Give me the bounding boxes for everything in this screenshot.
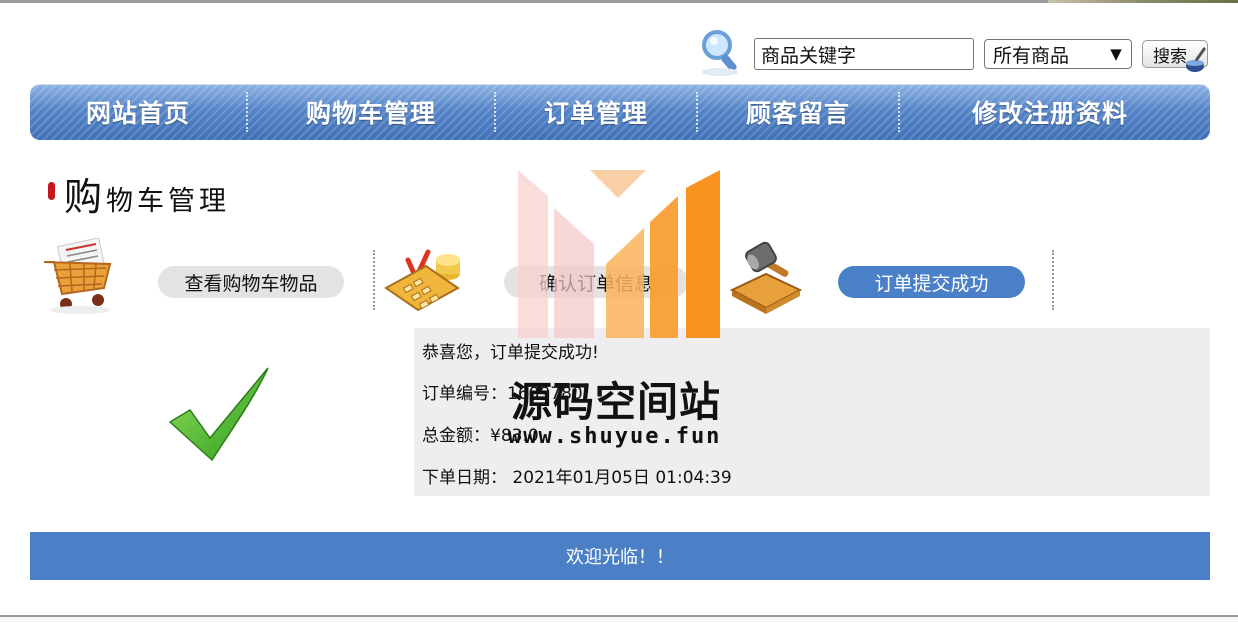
search-button-magnifier-icon — [1186, 47, 1206, 72]
order-date-row: 下单日期： 2021年01月05日 01:04:39 — [422, 463, 732, 488]
step-divider — [373, 250, 375, 310]
watermark-url: www.shuyue.fun — [508, 424, 722, 449]
header-photo-strip — [1048, 0, 1238, 3]
calculator-icon — [382, 248, 466, 314]
order-date-value: 2021年01月05日 01:04:39 — [512, 468, 732, 488]
footer-bar: 欢迎光临！！ — [30, 532, 1210, 580]
watermark-title: 源码空间站 — [511, 378, 721, 426]
page-title-rest: 物车管理 — [106, 186, 231, 217]
category-select[interactable]: 所有商品 ▼ — [984, 39, 1132, 69]
shopping-cart-icon — [40, 237, 118, 316]
nav-item-cart[interactable]: 购物车管理 — [248, 84, 494, 140]
order-date-label: 下单日期： — [422, 468, 507, 488]
nav-item-orders[interactable]: 订单管理 — [496, 84, 696, 140]
nav-item-home[interactable]: 网站首页 — [30, 84, 246, 140]
search-magnifier-icon — [698, 28, 744, 78]
step-order-submitted: 订单提交成功 — [838, 266, 1025, 298]
chevron-down-icon: ▼ — [1110, 45, 1122, 63]
footer-text: 欢迎光临！！ — [566, 547, 674, 568]
total-amount-label: 总金额： — [422, 426, 490, 446]
bottom-page-area — [0, 617, 1238, 622]
success-check-icon — [168, 364, 278, 464]
gavel-icon — [726, 240, 804, 314]
watermark-logo — [514, 168, 724, 344]
search-input[interactable] — [754, 38, 974, 70]
step-divider — [1052, 250, 1054, 310]
main-nav: 网站首页 购物车管理 订单管理 顾客留言 修改注册资料 — [30, 84, 1210, 140]
page-title-first-char: 购 — [64, 175, 107, 219]
order-number-label: 订单编号： — [422, 384, 507, 404]
step-view-cart: 查看购物车物品 — [158, 266, 344, 298]
nav-item-profile[interactable]: 修改注册资料 — [900, 84, 1200, 140]
search-button[interactable]: 搜索 — [1142, 40, 1208, 72]
title-bullet-icon — [48, 182, 55, 200]
nav-item-messages[interactable]: 顾客留言 — [698, 84, 898, 140]
search-button-label: 搜索 — [1153, 46, 1187, 67]
page-title: 购物车管理 — [64, 166, 230, 221]
category-select-value: 所有商品 — [993, 44, 1070, 67]
